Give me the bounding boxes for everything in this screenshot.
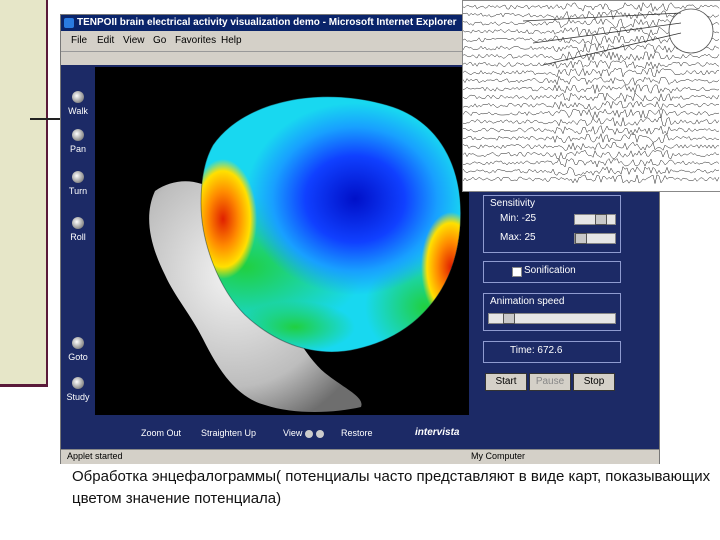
- walk-label: Walk: [68, 106, 88, 116]
- view-next-icon: [316, 429, 325, 438]
- eeg-trace: [463, 174, 720, 184]
- restore-button[interactable]: Restore: [341, 428, 373, 438]
- roll-label: Roll: [70, 232, 86, 242]
- slide-side-strip: [0, 0, 48, 384]
- max-label: Max: 25: [500, 232, 536, 243]
- eeg-trace: [463, 116, 720, 127]
- eeg-trace: [463, 59, 720, 70]
- stop-button[interactable]: Stop: [573, 373, 615, 391]
- animation-speed-title: Animation speed: [490, 296, 565, 307]
- animation-speed-group: Animation speed: [483, 293, 621, 331]
- animation-speed-handle[interactable]: [503, 313, 515, 324]
- sensitivity-group: Sensitivity Min: -25 Max: 25: [483, 195, 621, 253]
- menu-favorites[interactable]: Favorites: [175, 35, 216, 46]
- study-label: Study: [66, 392, 90, 402]
- eeg-trace: [463, 166, 720, 176]
- menu-go[interactable]: Go: [153, 35, 166, 46]
- eeg-traces-panel: [462, 0, 720, 192]
- eeg-trace: [463, 83, 720, 94]
- study-button[interactable]: Study: [63, 375, 93, 409]
- eeg-trace: [463, 149, 720, 160]
- eeg-trace: [463, 75, 720, 86]
- eeg-trace: [463, 1, 720, 13]
- slide-rule-bottom: [0, 384, 48, 387]
- min-label: Min: -25: [500, 213, 537, 224]
- brand-logo: intervista: [415, 427, 460, 438]
- sensitivity-title: Sensitivity: [490, 198, 536, 209]
- menu-view[interactable]: View: [123, 35, 145, 46]
- sonification-label: Sonification: [524, 265, 576, 276]
- sonification-checkbox[interactable]: [512, 267, 522, 277]
- electrode-pointer-line: [542, 32, 682, 66]
- status-left: Applet started: [67, 451, 123, 461]
- time-group: Time: 672.6: [483, 341, 621, 363]
- pan-icon: [72, 129, 84, 141]
- straighten-up-label: Straighten Up: [201, 428, 257, 438]
- turn-icon: [72, 171, 84, 183]
- max-slider-handle[interactable]: [575, 233, 587, 244]
- eeg-trace: [463, 51, 720, 62]
- roll-button[interactable]: Roll: [63, 215, 93, 249]
- min-slider-handle[interactable]: [595, 214, 607, 225]
- electrode-pointer-line: [532, 22, 682, 44]
- walk-icon: [72, 91, 84, 103]
- eeg-waveforms: [463, 1, 720, 184]
- ie-logo-icon: [64, 18, 74, 28]
- slide-rule: [30, 118, 64, 120]
- walk-button[interactable]: Walk: [63, 89, 93, 123]
- menu-edit[interactable]: Edit: [97, 35, 114, 46]
- goto-label: Goto: [68, 352, 88, 362]
- eeg-trace: [463, 67, 720, 78]
- roll-icon: [72, 217, 84, 229]
- slide-caption: Обработка энцефалограммы( потенциалы час…: [72, 468, 711, 507]
- eeg-trace: [463, 125, 720, 136]
- restore-label: Restore: [341, 428, 373, 438]
- menu-help[interactable]: Help: [221, 35, 242, 46]
- view-label: View: [283, 428, 303, 438]
- min-slider[interactable]: [574, 214, 616, 225]
- brain-potential-map: [149, 96, 462, 412]
- zoom-out-label: Zoom Out: [141, 428, 182, 438]
- time-readout: Time: 672.6: [510, 345, 563, 356]
- goto-button[interactable]: Goto: [63, 335, 93, 369]
- navigation-column: Walk Pan Turn Roll Goto Study: [61, 65, 95, 419]
- eeg-trace: [463, 108, 720, 119]
- turn-button[interactable]: Turn: [63, 169, 93, 203]
- max-slider[interactable]: [574, 233, 616, 244]
- pan-label: Pan: [69, 144, 86, 154]
- view-arrow-icon: [305, 429, 314, 438]
- electrode-map-icon: [668, 8, 714, 54]
- study-icon: [72, 377, 84, 389]
- eeg-trace: [463, 92, 720, 103]
- zoom-out-button[interactable]: Zoom Out: [141, 428, 181, 438]
- menu-file[interactable]: File: [71, 35, 87, 46]
- sonification-group: Sonification: [483, 261, 621, 283]
- status-right: My Computer: [471, 451, 526, 461]
- pause-button[interactable]: Pause: [529, 373, 571, 391]
- status-bar: Applet started My Computer: [61, 449, 659, 464]
- start-button[interactable]: Start: [485, 373, 527, 391]
- window-title: TENPOII brain electrical activity visual…: [77, 17, 457, 28]
- goto-icon: [72, 337, 84, 349]
- view-button[interactable]: View: [283, 428, 325, 438]
- viewer-toolbar: Zoom Out Straighten Up View Restore inte…: [61, 419, 469, 449]
- eeg-trace: [463, 158, 720, 168]
- turn-label: Turn: [68, 186, 88, 196]
- eeg-trace: [463, 141, 720, 151]
- eeg-trace: [463, 132, 719, 144]
- 3d-viewport[interactable]: [95, 67, 469, 415]
- animation-speed-slider[interactable]: [488, 313, 616, 324]
- pan-button[interactable]: Pan: [63, 127, 93, 161]
- eeg-trace: [463, 100, 720, 111]
- straighten-up-button[interactable]: Straighten Up: [201, 428, 256, 438]
